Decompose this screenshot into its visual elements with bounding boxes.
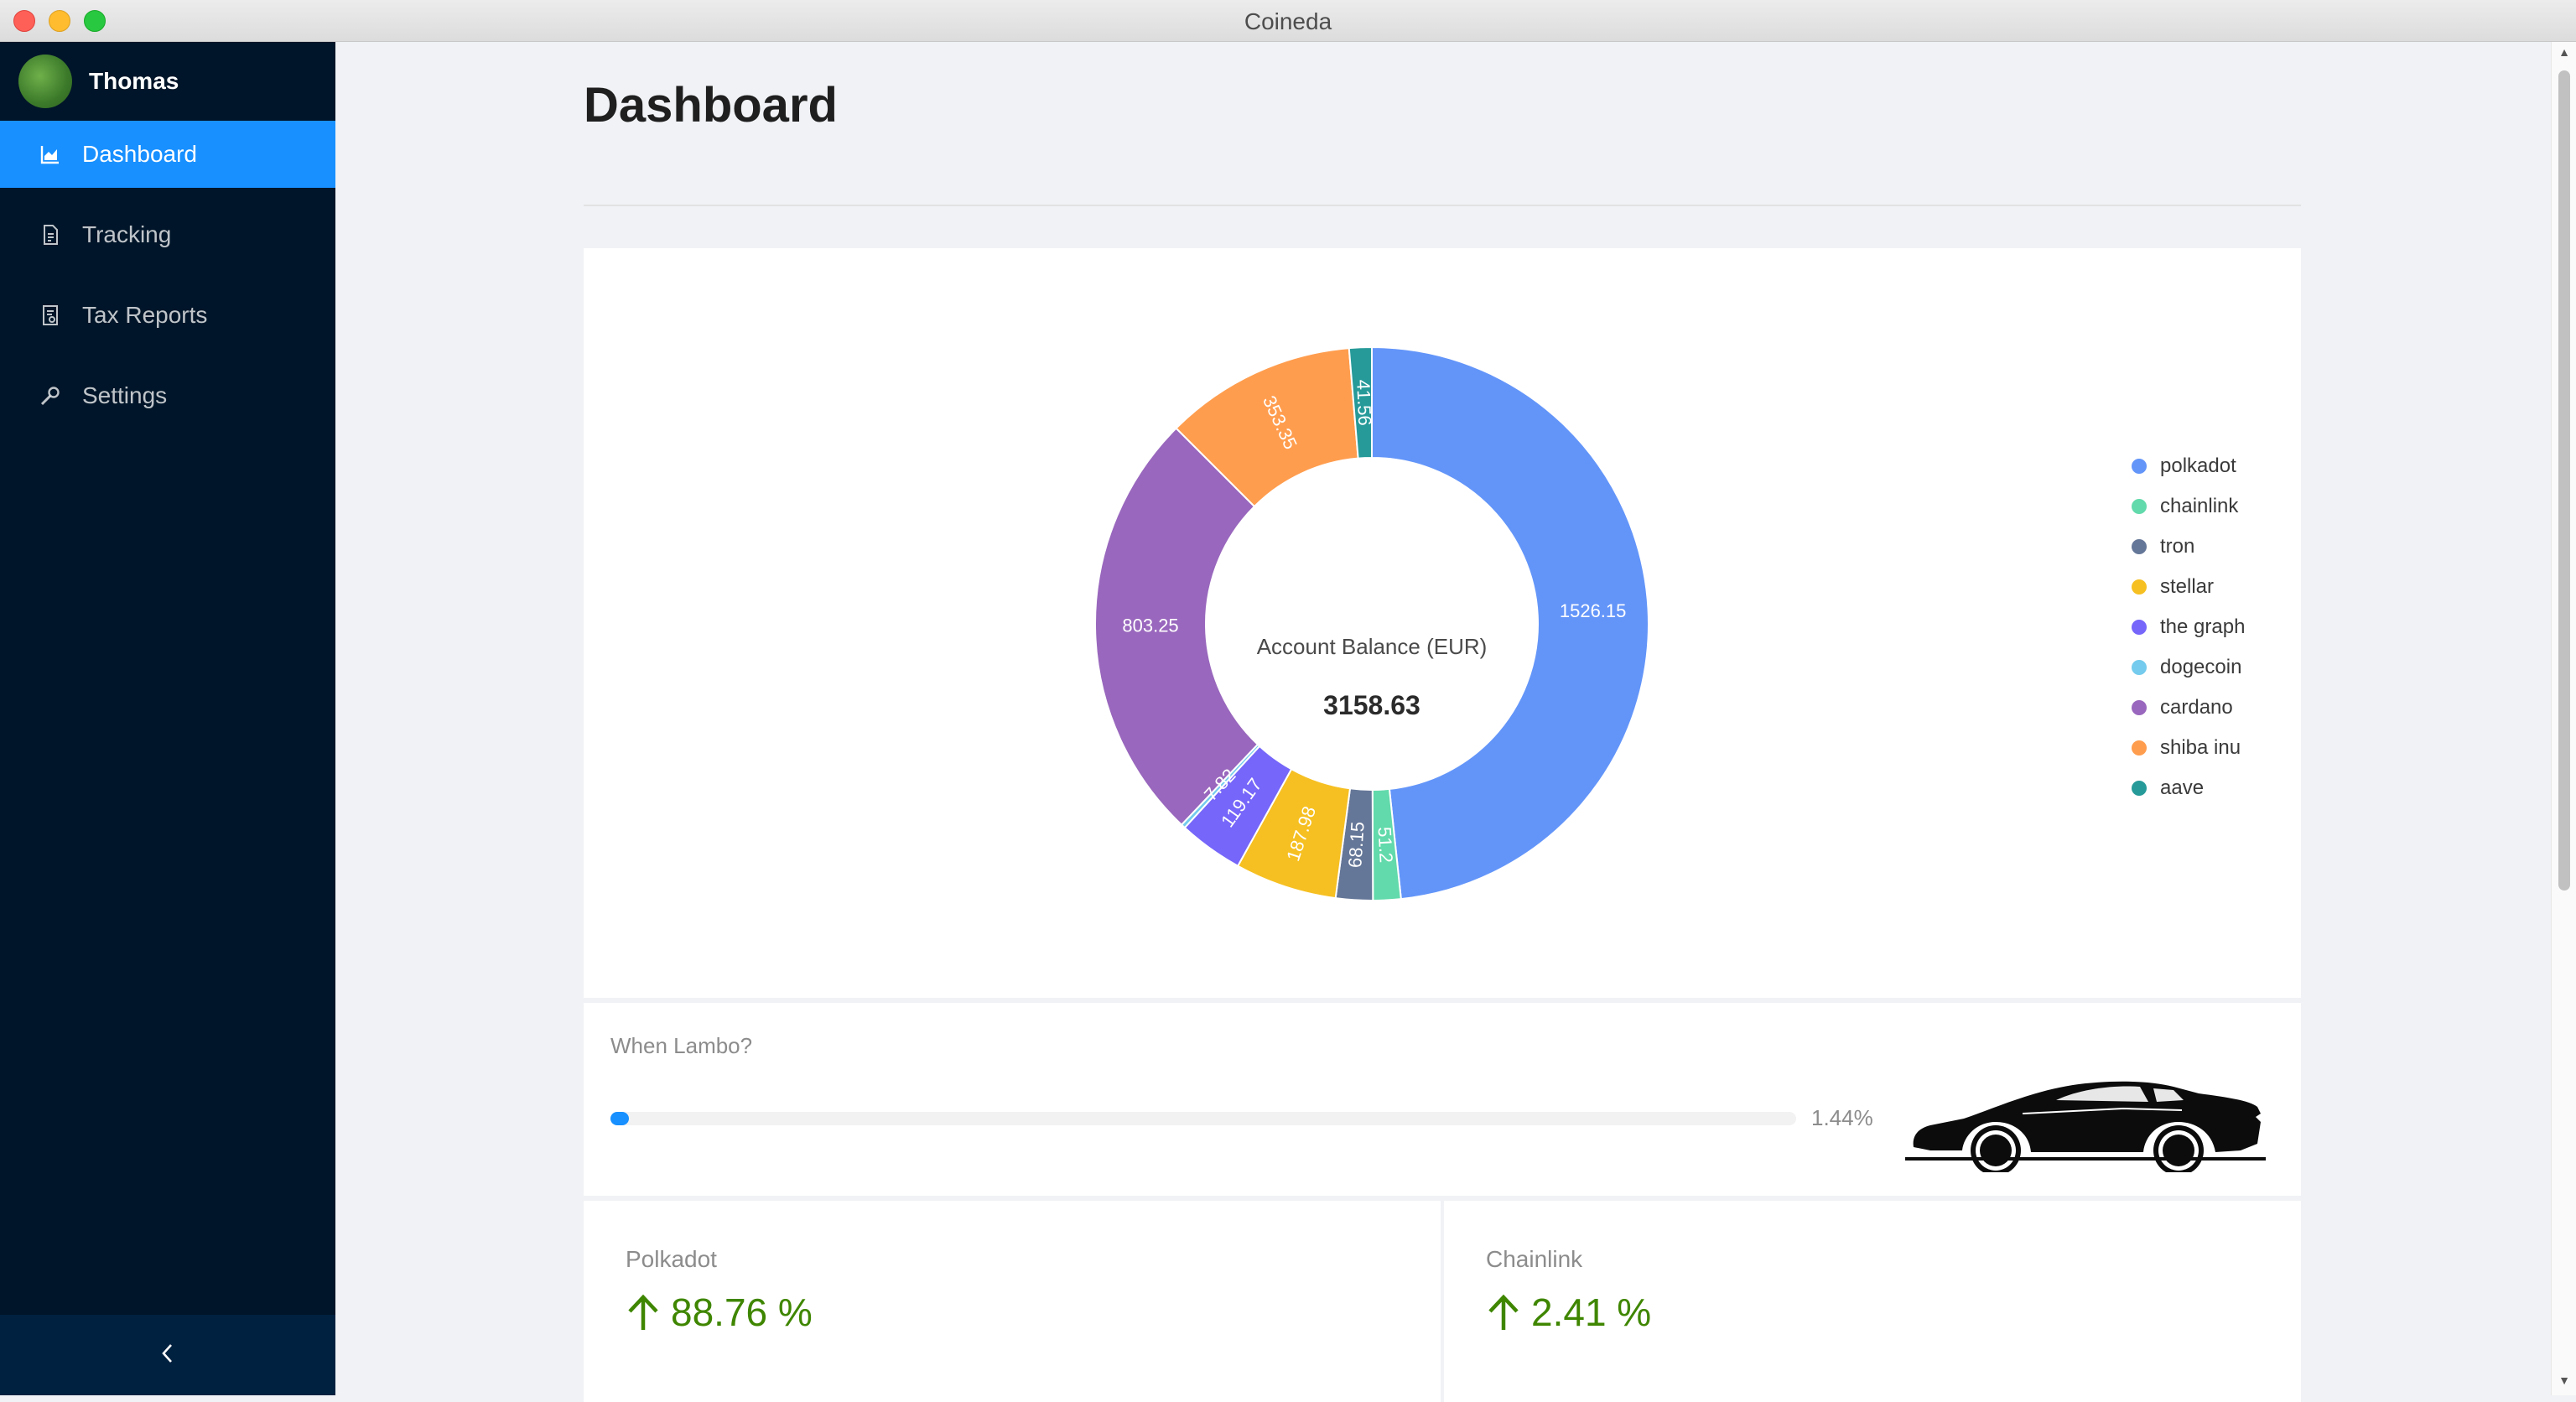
arrow-up-icon: [1488, 1294, 1519, 1330]
vertical-scrollbar[interactable]: ▲ ▼: [2551, 42, 2576, 1395]
divider: [584, 205, 2301, 206]
title-bar: Coineda: [0, 0, 2576, 42]
legend-marker: [2132, 781, 2147, 796]
center-label: Account Balance (EUR): [1257, 634, 1488, 659]
sidebar-item-label: Tax Reports: [82, 302, 208, 328]
sidebar-collapse-button[interactable]: [0, 1315, 335, 1395]
lambo-label: When Lambo?: [610, 1033, 753, 1058]
scroll-down-arrow-icon[interactable]: ▼: [2552, 1373, 2576, 1394]
balance-chart-card: 1526.15 51.2 68.15 187.98 119.17 7.82 803.25 35…: [584, 248, 2301, 998]
sidebar-item-settings[interactable]: Settings: [0, 362, 335, 429]
arrow-up-icon: [628, 1294, 658, 1330]
user-profile[interactable]: Thomas: [0, 42, 335, 121]
sidebar-item-label: Settings: [82, 382, 168, 408]
lambo-progress-text: 1.44%: [1811, 1105, 1873, 1130]
legend-label: the graph: [2160, 615, 2246, 638]
area-chart-icon: [39, 143, 62, 166]
legend-marker: [2132, 539, 2147, 554]
scroll-thumb[interactable]: [2558, 70, 2570, 891]
donut-slice-polkadot[interactable]: [1371, 345, 1649, 901]
legend-marker: [2132, 620, 2147, 635]
sidebar-item-tax-reports[interactable]: Tax Reports: [0, 282, 335, 349]
sidebar-item-label: Dashboard: [82, 141, 197, 167]
legend-label: tron: [2160, 535, 2195, 558]
stat-card-chainlink: Chainlink 2.41 %: [1444, 1201, 2301, 1402]
stat-label: Polkadot: [626, 1246, 717, 1272]
legend-item-tron[interactable]: tron: [2132, 527, 2245, 567]
slice-label: 68.15: [1344, 821, 1368, 869]
sidebar-menu: Dashboard Tracking Tax Reports Settings: [0, 121, 335, 443]
legend-label: polkadot: [2160, 454, 2236, 477]
chevron-left-icon: [158, 1342, 177, 1369]
stat-value: 2.41 %: [1486, 1290, 1651, 1335]
page-title: Dashboard: [584, 78, 838, 132]
balance-donut-chart: 1526.1551.268.15187.98119.177.82803.2535…: [1094, 345, 1649, 902]
legend-label: stellar: [2160, 575, 2215, 598]
slice-label: 1526.15: [1560, 600, 1627, 621]
legend-label: aave: [2160, 776, 2205, 799]
stat-card-polkadot: Polkadot 88.76 %: [584, 1201, 1441, 1402]
legend-marker: [2132, 459, 2147, 474]
legend-item-shiba-inu[interactable]: shiba inu: [2132, 728, 2245, 768]
sidebar-item-tracking[interactable]: Tracking: [0, 201, 335, 268]
app-window: Coineda Thomas Dashboard Tracking Tax Re…: [0, 0, 2576, 1402]
legend-item-the-graph[interactable]: the graph: [2132, 607, 2245, 647]
center-value: 3158.63: [1323, 690, 1420, 720]
legend-marker: [2132, 499, 2147, 514]
sidebar-item-label: Tracking: [82, 221, 172, 247]
lamborghini-car-icon: [1905, 1081, 2266, 1172]
legend-item-dogecoin[interactable]: dogecoin: [2132, 647, 2245, 688]
stat-label: Chainlink: [1486, 1246, 1583, 1272]
stat-value-text: 2.41 %: [1531, 1290, 1652, 1334]
slice-label: 803.25: [1122, 615, 1178, 636]
legend-item-cardano[interactable]: cardano: [2132, 688, 2245, 728]
legend-marker: [2132, 700, 2147, 715]
legend-label: dogecoin: [2160, 656, 2242, 678]
lambo-card: When Lambo? 1.44%: [584, 1003, 2301, 1196]
scroll-up-arrow-icon[interactable]: ▲: [2552, 45, 2576, 65]
avatar: [18, 55, 72, 108]
stat-value-text: 88.76 %: [671, 1290, 813, 1334]
sidebar: Thomas Dashboard Tracking Tax Reports Se…: [0, 42, 335, 1395]
stat-value: 88.76 %: [626, 1290, 813, 1335]
slice-label: 41.56: [1353, 379, 1375, 426]
legend-marker: [2132, 740, 2147, 756]
legend-item-aave[interactable]: aave: [2132, 768, 2245, 808]
legend-item-polkadot[interactable]: polkadot: [2132, 446, 2245, 486]
audit-icon: [39, 304, 62, 327]
lambo-progress-bar: [610, 1112, 1796, 1125]
legend-label: cardano: [2160, 696, 2233, 719]
window-title: Coineda: [1244, 8, 1332, 34]
tool-icon: [39, 384, 62, 408]
chart-legend: polkadot chainlink tron stellar the graph dog…: [2132, 446, 2245, 808]
legend-item-stellar[interactable]: stellar: [2132, 567, 2245, 607]
legend-item-chainlink[interactable]: chainlink: [2132, 486, 2245, 527]
sidebar-item-dashboard[interactable]: Dashboard: [0, 121, 335, 188]
slice-label: 51.2: [1374, 826, 1396, 863]
file-icon: [39, 223, 62, 247]
lambo-progress-fill: [610, 1112, 629, 1125]
legend-label: shiba inu: [2160, 736, 2241, 759]
legend-marker: [2132, 660, 2147, 675]
legend-marker: [2132, 579, 2147, 595]
legend-label: chainlink: [2160, 495, 2239, 517]
user-name: Thomas: [89, 68, 179, 94]
